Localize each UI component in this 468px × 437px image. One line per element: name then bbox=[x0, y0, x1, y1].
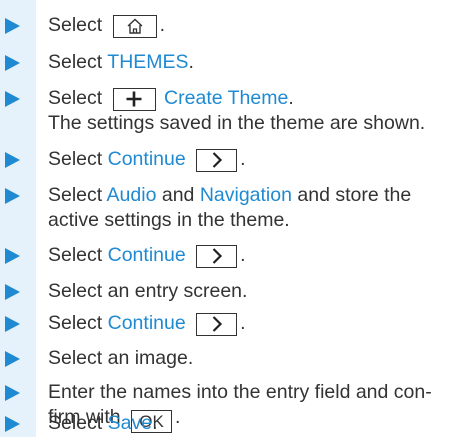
step-bullet-arrow-icon bbox=[5, 152, 20, 168]
step-text: Select bbox=[48, 312, 103, 334]
step-text: Select bbox=[48, 244, 103, 266]
step-bullet-arrow-icon bbox=[5, 18, 20, 34]
audio-link[interactable]: Audio bbox=[107, 184, 157, 206]
navigation-link[interactable]: Navigation bbox=[200, 184, 292, 206]
step-period: . bbox=[152, 412, 158, 434]
plus-icon bbox=[126, 91, 142, 107]
step-continue: Select Continue . bbox=[5, 243, 462, 268]
step-period: . bbox=[240, 244, 246, 266]
step-text: Select bbox=[48, 184, 103, 206]
step-period: . bbox=[188, 51, 194, 73]
step-select-themes: Select THEMES. bbox=[5, 50, 462, 75]
home-icon bbox=[127, 18, 143, 34]
themes-link[interactable]: THEMES bbox=[107, 51, 188, 73]
step-audio-navigation: Select Audio and Navigation and store th… bbox=[5, 183, 462, 233]
step-bullet-arrow-icon bbox=[5, 351, 20, 367]
continue-key bbox=[196, 244, 238, 268]
step-create-theme: Select Create Theme. The settings saved … bbox=[5, 86, 462, 136]
step-text: Select bbox=[48, 412, 103, 434]
chevron-right-icon bbox=[212, 248, 222, 264]
step-bullet-arrow-icon bbox=[5, 55, 20, 71]
continue-link[interactable]: Continue bbox=[108, 148, 186, 170]
step-save: Select Save. bbox=[5, 411, 462, 436]
step-continuation: active settings in the theme. bbox=[48, 209, 290, 231]
step-select-home: Select . bbox=[5, 13, 462, 38]
step-bullet-arrow-icon bbox=[5, 248, 20, 264]
create-theme-link[interactable]: Create Theme bbox=[164, 87, 288, 109]
step-text: and store the bbox=[297, 184, 412, 206]
step-text: Select an entry screen. bbox=[48, 280, 248, 302]
step-text: Select bbox=[48, 14, 103, 36]
step-bullet-arrow-icon bbox=[5, 188, 20, 204]
continue-link[interactable]: Continue bbox=[108, 244, 186, 266]
step-text: and bbox=[161, 184, 195, 206]
step-select-image: Select an image. bbox=[5, 346, 462, 371]
step-continue: Select Continue . bbox=[5, 147, 462, 172]
continue-key bbox=[196, 312, 238, 336]
chevron-right-icon bbox=[212, 316, 222, 332]
step-period: . bbox=[159, 14, 166, 36]
plus-key bbox=[112, 87, 156, 111]
step-bullet-arrow-icon bbox=[5, 316, 20, 332]
continue-link[interactable]: Continue bbox=[108, 312, 186, 334]
step-period: . bbox=[240, 148, 246, 170]
step-text: Select an image. bbox=[48, 347, 194, 369]
step-bullet-arrow-icon bbox=[5, 284, 20, 300]
step-text: Select bbox=[48, 87, 103, 109]
continue-key bbox=[196, 148, 238, 172]
step-text: Enter the names into the entry field and… bbox=[48, 381, 432, 403]
step-period: . bbox=[240, 312, 246, 334]
step-bullet-arrow-icon bbox=[5, 91, 20, 107]
step-entry-screen: Select an entry screen. bbox=[5, 279, 462, 304]
step-text: Select bbox=[48, 148, 103, 170]
chevron-right-icon bbox=[212, 152, 222, 168]
step-continue: Select Continue . bbox=[5, 311, 462, 336]
home-key bbox=[112, 14, 157, 38]
save-link[interactable]: Save bbox=[108, 412, 152, 434]
step-period: . bbox=[288, 87, 294, 109]
step-result-description: The settings saved in the theme are show… bbox=[48, 112, 426, 134]
step-bullet-arrow-icon bbox=[5, 416, 20, 432]
step-bullet-arrow-icon bbox=[5, 385, 20, 401]
step-text: Select bbox=[48, 51, 103, 73]
